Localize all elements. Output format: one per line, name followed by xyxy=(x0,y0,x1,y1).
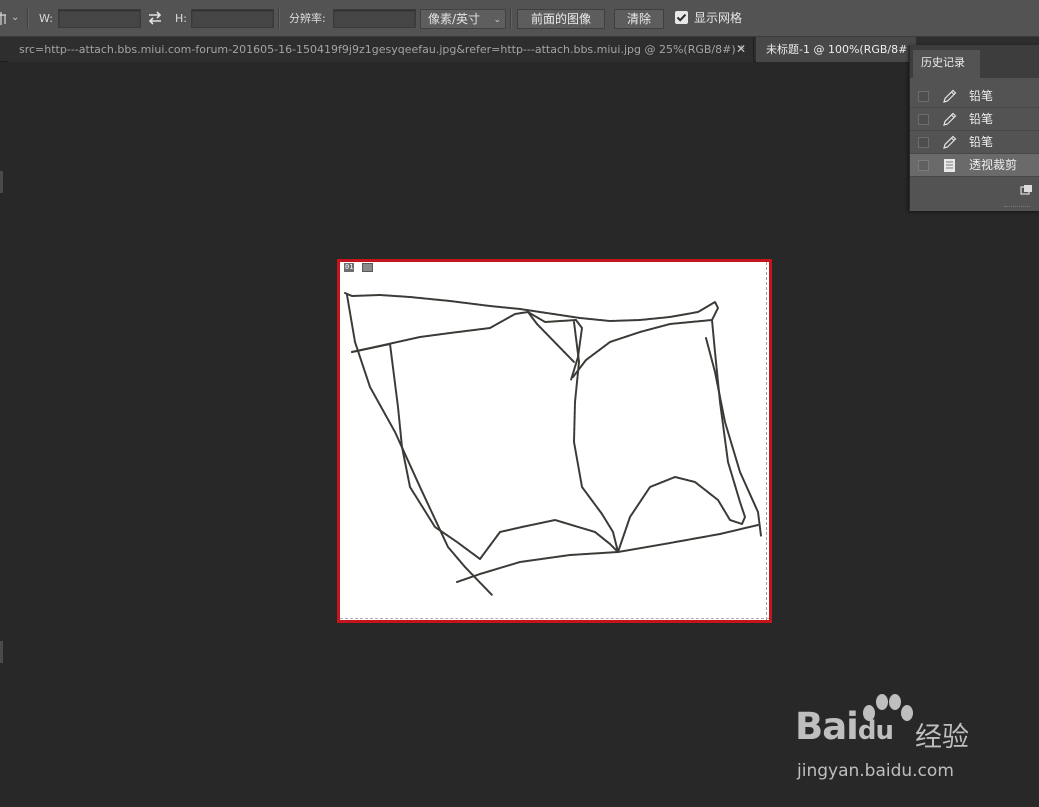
tab-label: 未标题-1 @ 100%(RGB/8# xyxy=(766,43,908,56)
resolution-input[interactable] xyxy=(333,9,416,28)
history-item-perspective-crop[interactable]: 透视裁剪 xyxy=(910,154,1039,177)
history-item-pencil-1[interactable]: 铅笔 xyxy=(910,85,1039,108)
snapshot-source-checkbox[interactable] xyxy=(918,160,929,171)
divider xyxy=(27,8,28,29)
baidu-paw-icon xyxy=(863,694,913,721)
pencil-icon xyxy=(943,135,957,149)
history-item-label: 铅笔 xyxy=(969,135,994,149)
watermark-url: jingyan.baidu.com xyxy=(797,761,954,781)
scroll-marker xyxy=(0,641,3,663)
history-item-pencil-2[interactable]: 铅笔 xyxy=(910,108,1039,131)
history-item-pencil-3[interactable]: 铅笔 xyxy=(910,131,1039,154)
snapshot-source-checkbox[interactable] xyxy=(918,114,929,125)
panel-resize-grip[interactable] xyxy=(1004,206,1030,209)
watermark-product: 经验 xyxy=(915,722,969,753)
options-bar: ⌄ W: H: 分辨率: 像素/英寸 ⌄ 前面的图像 清除 显示网格 xyxy=(0,0,1039,37)
tab-label: src=http---attach.bbs.miui.com-forum-201… xyxy=(19,43,745,56)
width-label: W: xyxy=(39,12,53,25)
width-input[interactable] xyxy=(58,9,141,28)
height-label: H: xyxy=(175,12,187,25)
resolution-unit-select[interactable]: 像素/英寸 ⌄ xyxy=(420,9,506,29)
panel-tab-strip: 历史记录 xyxy=(910,45,1039,78)
show-grid-label[interactable]: 显示网格 xyxy=(694,11,742,26)
history-item-label: 铅笔 xyxy=(969,112,994,126)
swap-dimensions-icon[interactable] xyxy=(148,10,162,26)
snapshot-source-checkbox[interactable] xyxy=(918,91,929,102)
document-tab-bar: src=http---attach.bbs.miui.com-forum-201… xyxy=(0,37,1039,62)
history-item-label: 透视裁剪 xyxy=(969,158,1018,172)
tab-source-image[interactable]: src=http---attach.bbs.miui.com-forum-201… xyxy=(8,37,754,62)
document-canvas[interactable]: 01 xyxy=(337,259,772,623)
history-item-label: 铅笔 xyxy=(969,89,994,103)
pencil-icon xyxy=(943,89,957,103)
clear-button[interactable]: 清除 xyxy=(614,9,664,29)
resolution-label: 分辨率: xyxy=(289,12,326,25)
tab-history[interactable]: 历史记录 xyxy=(913,50,980,78)
tool-preset-chevron-down-icon[interactable]: ⌄ xyxy=(11,10,23,26)
chevron-down-icon: ⌄ xyxy=(493,15,501,25)
height-input[interactable] xyxy=(191,9,274,28)
checkmark-icon xyxy=(676,13,687,22)
pencil-sketch xyxy=(344,292,762,596)
scroll-marker xyxy=(0,171,3,193)
show-grid-checkbox[interactable] xyxy=(675,11,688,24)
snapshot-source-checkbox[interactable] xyxy=(918,137,929,148)
document-icon xyxy=(944,159,955,172)
perspective-crop-tool-icon[interactable] xyxy=(0,12,7,25)
history-panel: 历史记录 铅笔 铅笔 铅笔 透视裁剪 xyxy=(909,45,1039,211)
divider xyxy=(278,8,279,29)
unit-select-value: 像素/英寸 xyxy=(428,12,481,26)
close-icon[interactable]: ✕ xyxy=(736,37,746,62)
front-image-button[interactable]: 前面的图像 xyxy=(517,9,605,29)
divider xyxy=(510,8,511,29)
baidu-jingyan-watermark: Baidu 经验 jingyan.baidu.com xyxy=(795,693,995,788)
pencil-icon xyxy=(943,112,957,126)
tab-untitled-1[interactable]: 未标题-1 @ 100%(RGB/8# xyxy=(756,37,916,62)
new-document-from-state-icon[interactable] xyxy=(1020,184,1033,195)
